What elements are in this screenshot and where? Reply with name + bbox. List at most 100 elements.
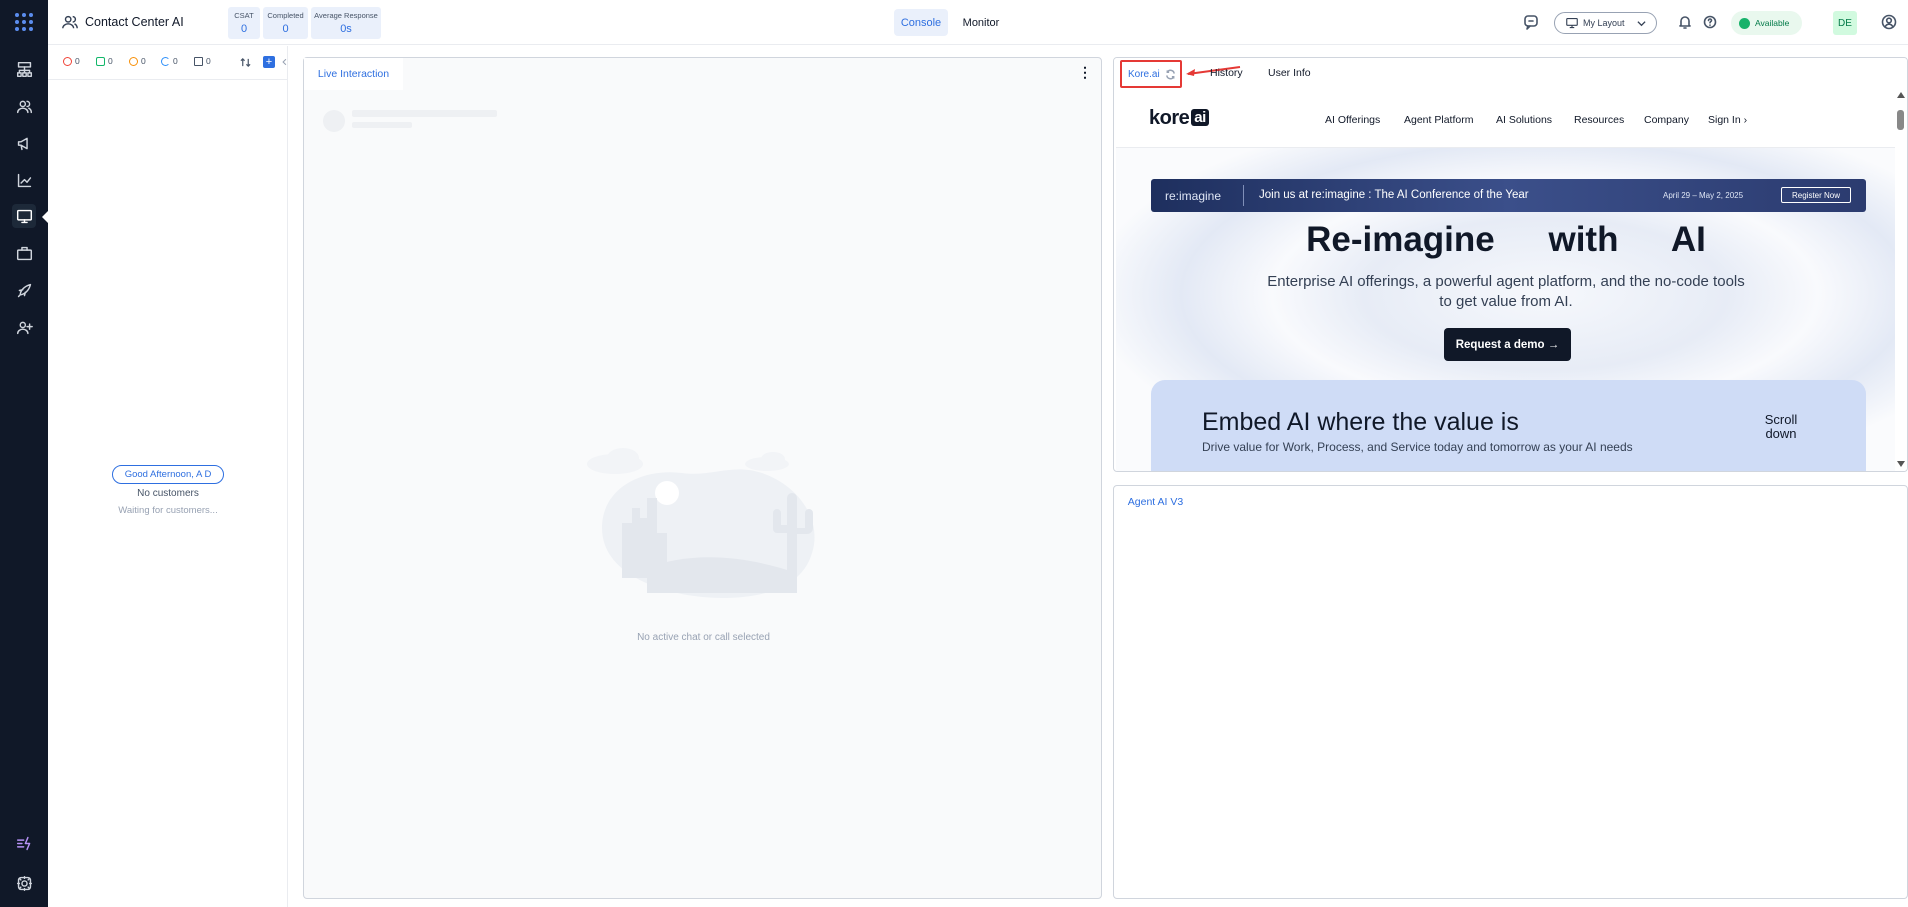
stat-label: Average Response (314, 11, 378, 20)
filter-transfer[interactable]: 0 (96, 56, 113, 66)
hero-title: Re-imagine with AI (1306, 220, 1706, 259)
tab-history[interactable]: History (1210, 67, 1243, 79)
banner-brand: re:imagine (1165, 189, 1222, 203)
filter-waiting[interactable]: 0 (129, 56, 146, 66)
embedded-website: kore ai AI Offerings Agent Platform AI So… (1116, 90, 1896, 471)
briefcase-icon[interactable] (12, 241, 36, 265)
scrollbar[interactable] (1895, 90, 1907, 471)
filter-count: 0 (108, 56, 113, 66)
kore-browser-panel: Kore.ai History User Info kore ai AI Offe… (1113, 57, 1908, 472)
app-title: Contact Center AI (85, 15, 184, 29)
chat-icon[interactable] (1523, 14, 1539, 30)
sign-in-label: Sign In (1708, 114, 1741, 126)
help-icon[interactable] (1702, 14, 1718, 30)
logo-badge: ai (1191, 109, 1209, 126)
kore-logo[interactable]: kore ai (1149, 107, 1209, 130)
filter-alert[interactable]: 0 (63, 56, 80, 66)
analytics-icon[interactable] (12, 168, 36, 192)
nav-company[interactable]: Company (1644, 114, 1689, 126)
embed-title: Embed AI where the value is (1202, 408, 1519, 436)
status-label: Available (1755, 18, 1790, 28)
more-options-icon[interactable]: ⋮ (1078, 64, 1092, 81)
app-grid-icon[interactable] (12, 10, 36, 34)
layout-label: My Layout (1583, 18, 1625, 28)
profile-icon[interactable] (1881, 14, 1897, 30)
ai-sparkle-icon[interactable] (12, 831, 36, 855)
nav-ai-offerings[interactable]: AI Offerings (1325, 114, 1380, 126)
conference-banner: re:imagine Join us at re:imagine : The A… (1151, 179, 1866, 212)
desert-illustration (587, 448, 815, 598)
rocket-icon[interactable] (12, 278, 36, 302)
chevron-right-icon: › (1743, 114, 1748, 126)
tab-console[interactable]: Console (894, 9, 948, 36)
stat-completed: Completed 0 (263, 7, 308, 39)
alert-icon (63, 56, 72, 66)
filter-away[interactable]: 0 (161, 56, 178, 66)
transfer-icon (96, 56, 105, 66)
availability-status[interactable]: Available (1731, 11, 1802, 35)
skeleton-line (352, 122, 412, 128)
skeleton-avatar (323, 110, 345, 132)
nav-agent-platform[interactable]: Agent Platform (1404, 114, 1473, 126)
stat-value: 0s (340, 23, 352, 35)
console-icon[interactable] (12, 204, 36, 228)
add-user-icon[interactable] (12, 315, 36, 339)
filter-notes[interactable]: 0 (194, 56, 211, 66)
banner-text: Join us at re:imagine : The AI Conferenc… (1259, 189, 1529, 201)
site-nav: kore ai AI Offerings Agent Platform AI So… (1116, 90, 1896, 148)
settings-gear-icon[interactable] (12, 871, 36, 895)
nav-sign-in[interactable]: Sign In › (1708, 114, 1747, 126)
contact-center-icon (61, 13, 79, 31)
sort-icon[interactable] (240, 57, 251, 68)
nav-resources[interactable]: Resources (1574, 114, 1624, 126)
agent-ai-panel: Agent AI V3 (1113, 485, 1908, 899)
moon-icon (161, 56, 170, 66)
filter-count: 0 (173, 56, 178, 66)
skeleton-line (352, 110, 497, 117)
empty-state-text: No active chat or call selected (637, 632, 770, 643)
left-nav-rail (0, 0, 48, 907)
stat-label: Completed (267, 11, 304, 20)
tab-user-info[interactable]: User Info (1268, 67, 1311, 79)
top-bar: Contact Center AI CSAT 0 Completed 0 Ave… (48, 0, 1908, 45)
monitor-icon (1566, 17, 1578, 29)
note-icon (194, 56, 203, 66)
waiting-label: Waiting for customers... (118, 505, 218, 516)
request-demo-button[interactable]: Request a demo → (1444, 328, 1571, 361)
add-icon[interactable]: + (263, 56, 275, 68)
stat-csat: CSAT 0 (228, 7, 260, 39)
campaign-icon[interactable] (12, 131, 36, 155)
clock-icon (129, 56, 138, 66)
hero-subtitle: Enterprise AI offerings, a powerful agen… (1267, 273, 1745, 310)
embed-ai-section: Embed AI where the value is Drive value … (1151, 380, 1866, 471)
scroll-down-arrow[interactable] (1897, 461, 1905, 467)
bell-icon[interactable] (1677, 14, 1693, 30)
collapse-chevron-icon[interactable] (281, 58, 288, 66)
tab-label: Kore.ai (1128, 68, 1160, 80)
my-layout-dropdown[interactable]: My Layout (1554, 12, 1657, 34)
register-now-button[interactable]: Register Now (1781, 187, 1851, 203)
refresh-icon[interactable] (1165, 69, 1176, 80)
tab-kore-ai[interactable]: Kore.ai (1120, 60, 1182, 88)
embed-subtitle: Drive value for Work, Process, and Servi… (1202, 440, 1633, 454)
stat-value: 0 (240, 23, 248, 35)
scrollbar-thumb[interactable] (1897, 110, 1904, 130)
users-icon[interactable] (12, 94, 36, 118)
filter-count: 0 (206, 56, 211, 66)
no-customers-label: No customers (137, 488, 199, 499)
browser-tabs: Kore.ai History User Info (1114, 58, 1907, 90)
stat-label: CSAT (234, 11, 254, 20)
tab-live-interaction[interactable]: Live Interaction (304, 58, 403, 90)
queue-filters: 0 0 0 0 0 + (48, 46, 288, 80)
live-interaction-panel: Live Interaction ⋮ No active chat or cal… (303, 57, 1102, 899)
avatar[interactable]: DE (1833, 11, 1857, 35)
tab-monitor[interactable]: Monitor (956, 9, 1006, 36)
scroll-up-arrow[interactable] (1897, 92, 1905, 98)
scroll-down-link[interactable]: Scroll down (1761, 413, 1801, 441)
chevron-down-icon (1637, 21, 1646, 27)
nav-ai-solutions[interactable]: AI Solutions (1496, 114, 1552, 126)
flows-icon[interactable] (12, 57, 36, 81)
tab-agent-ai-v3[interactable]: Agent AI V3 (1114, 486, 1197, 518)
filter-count: 0 (141, 56, 146, 66)
status-dot (1739, 18, 1750, 29)
